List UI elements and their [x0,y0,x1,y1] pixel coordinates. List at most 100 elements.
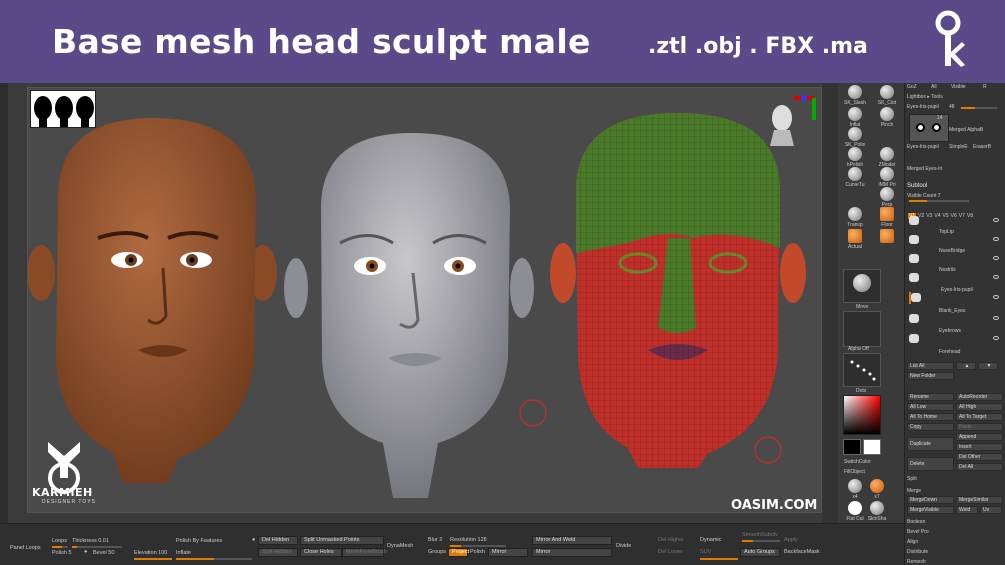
all-button[interactable]: All [931,84,937,90]
color-picker[interactable] [843,395,881,435]
brush-pinch[interactable]: Pinch [872,107,902,128]
merge-visible-button[interactable]: MergeVisible [907,506,954,514]
alpha-slot[interactable] [843,311,881,347]
dynamesh-button[interactable]: DynaMesh [387,543,413,549]
elevation-slider[interactable]: Elevation 100 [134,550,167,556]
rename-button[interactable]: Rename [907,393,954,401]
main-color-swatch[interactable] [843,439,861,455]
subtool-item-selected[interactable]: Eyes-Iris-pupil [909,287,1003,304]
all-high-button[interactable]: All High [956,403,1003,411]
dynamic-subdiv-button[interactable]: Dynamic [700,537,721,543]
stroke-slot[interactable] [843,353,881,387]
loops-slider-track[interactable] [52,546,68,548]
all-to-home-button[interactable]: All To Home [907,413,954,421]
merge-down-button[interactable]: MergeDown [907,496,954,504]
brush-sk-polis[interactable]: SK_Polis [840,127,870,148]
visible-count-slider[interactable] [909,200,969,202]
suv-toggle[interactable]: SUV [700,549,711,555]
subdiv-slider-track[interactable] [700,558,738,560]
subtool-title[interactable]: Subtool [907,183,927,189]
distribute-section[interactable]: Distribute [907,549,928,555]
smooth-subdiv-slider-track[interactable] [742,540,780,542]
subtool-item[interactable]: Eyebrows [909,328,1003,345]
visibility-eye-icon[interactable] [993,316,999,320]
arrow-down-icon[interactable]: ▼ [978,362,998,370]
mirror-button-dynamesh[interactable]: Mirror [488,548,528,557]
brush-sk-slash[interactable]: SK_Slash [840,85,870,106]
material-skin-shade[interactable]: SkinSha [862,501,892,522]
lightbox-tools[interactable]: Lightbox ▸ Tools [907,94,943,100]
blur-slider[interactable]: Blur 2 [428,537,442,543]
split-section[interactable]: Split [907,476,917,482]
eyes-thumbnail[interactable] [909,114,949,142]
paste-button[interactable]: Paste [956,423,1003,431]
smooth-subdiv-toggle[interactable]: SmoothSubdiv [742,532,778,538]
tool-slider[interactable] [961,107,997,109]
material-x7[interactable]: x7 [862,479,892,500]
thickness-slider[interactable]: Thickness 0.01 [72,538,109,544]
polish-slider[interactable]: Polish 5 [52,550,72,556]
polish-by-features-button[interactable]: Polish By Features [176,538,222,544]
split-hidden-button[interactable]: Split Hidden [258,548,298,557]
resolution-slider[interactable]: Resolution 128 [450,537,487,543]
r-button[interactable]: R [983,84,987,90]
append-button[interactable]: Append [956,433,1003,441]
loops-slider[interactable]: Loops [52,538,67,544]
left-tray[interactable] [0,83,8,523]
visibility-eye-icon[interactable] [993,295,999,299]
copy-button[interactable]: Copy [907,423,954,431]
split-unmasked-points-button[interactable]: Split Unmasked Points [300,536,384,545]
panel-loops-button[interactable]: Panel Loops [10,545,41,551]
canvas-viewport[interactable]: KARMIEH DESIGNER TOYS OASIM.COM [27,87,822,513]
merge-section[interactable]: Merge [907,488,921,494]
duplicate-button[interactable]: Duplicate [907,437,954,451]
actual-button[interactable]: Actual [840,229,870,250]
inflate-slider-track[interactable] [176,558,252,560]
navigation-head-gizmo-icon[interactable] [764,94,822,166]
del-hidden-button[interactable]: Del Hidden [258,536,298,545]
elevation-slider-track[interactable] [134,558,172,560]
groups-toggle[interactable]: Groups [428,549,446,555]
inflate-slider[interactable]: Inflate [176,550,191,556]
auto-groups-button[interactable]: Auto Groups [740,548,780,557]
weld-button[interactable]: Weld [956,506,978,514]
divide-button[interactable]: Divide [616,543,631,549]
subtool-item[interactable]: Blank_Eyes [909,308,1003,325]
brush-hpolish[interactable]: hPolish [840,147,870,168]
delete-button[interactable]: Delete [907,457,954,471]
visible-button[interactable]: Visible [951,84,966,90]
arrow-up-icon[interactable]: ▲ [956,362,976,370]
align-section[interactable]: Align [907,539,918,545]
resolution-slider-track[interactable] [450,545,506,547]
local-button[interactable] [872,229,902,244]
subtool-item[interactable] [909,215,1003,227]
new-folder-button[interactable]: New Folder [907,372,954,380]
radio-dot-icon[interactable]: ● [252,537,255,543]
close-holes-button[interactable]: Close Holes [300,548,342,557]
subtool-item[interactable]: Nostrils [909,267,1003,284]
visibility-eye-icon[interactable] [993,336,999,340]
bevel-pro-section[interactable]: Bevel Pro [907,529,929,535]
floor-button[interactable]: Floor [872,207,902,228]
bevel-slider[interactable]: Bevel 50 [93,550,114,556]
brush-curvetube[interactable]: CurveTu [840,167,870,188]
visibility-eye-icon[interactable] [993,275,999,279]
transparency-button[interactable]: Transp [840,207,870,228]
mirror-and-weld-button[interactable]: Mirror And Weld [532,536,612,545]
brush-sk-clot[interactable]: SK_Clot [872,85,902,106]
all-low-button[interactable]: All Low [907,403,954,411]
del-higher-button[interactable]: Del Higher [658,537,684,543]
visibility-eye-icon[interactable] [993,237,999,241]
del-lower-button[interactable]: Del Lower [658,549,683,555]
perspective-button[interactable]: Perp [872,187,902,208]
auto-reorder-button[interactable]: AutoReorder [956,393,1003,401]
del-other-button[interactable]: Del Other [956,453,1003,461]
switch-color-button[interactable]: SwitchColor [844,459,871,465]
fill-object-button[interactable]: FillObject [844,469,865,475]
boolean-section[interactable]: Boolean [907,519,925,525]
all-to-target-button[interactable]: All To Target [956,413,1003,421]
visibility-eye-icon[interactable] [993,218,999,222]
list-all-button[interactable]: List All [907,362,954,370]
remesh-section[interactable]: Remesh [907,559,926,565]
radio-dot-icon[interactable]: ● [84,549,87,555]
